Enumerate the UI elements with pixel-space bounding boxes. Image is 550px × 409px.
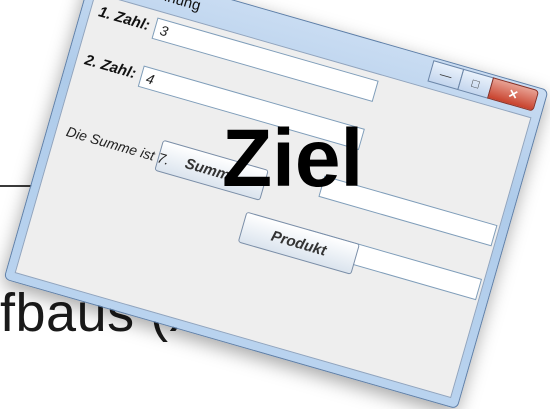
product-button[interactable]: Produkt (237, 211, 360, 275)
first-number-label: 1. Zahl: (96, 3, 152, 35)
result-label: Die Summe ist 7. (64, 123, 172, 168)
overlay-title: Ziel (222, 113, 364, 204)
second-number-label: 2. Zahl: (82, 51, 138, 83)
